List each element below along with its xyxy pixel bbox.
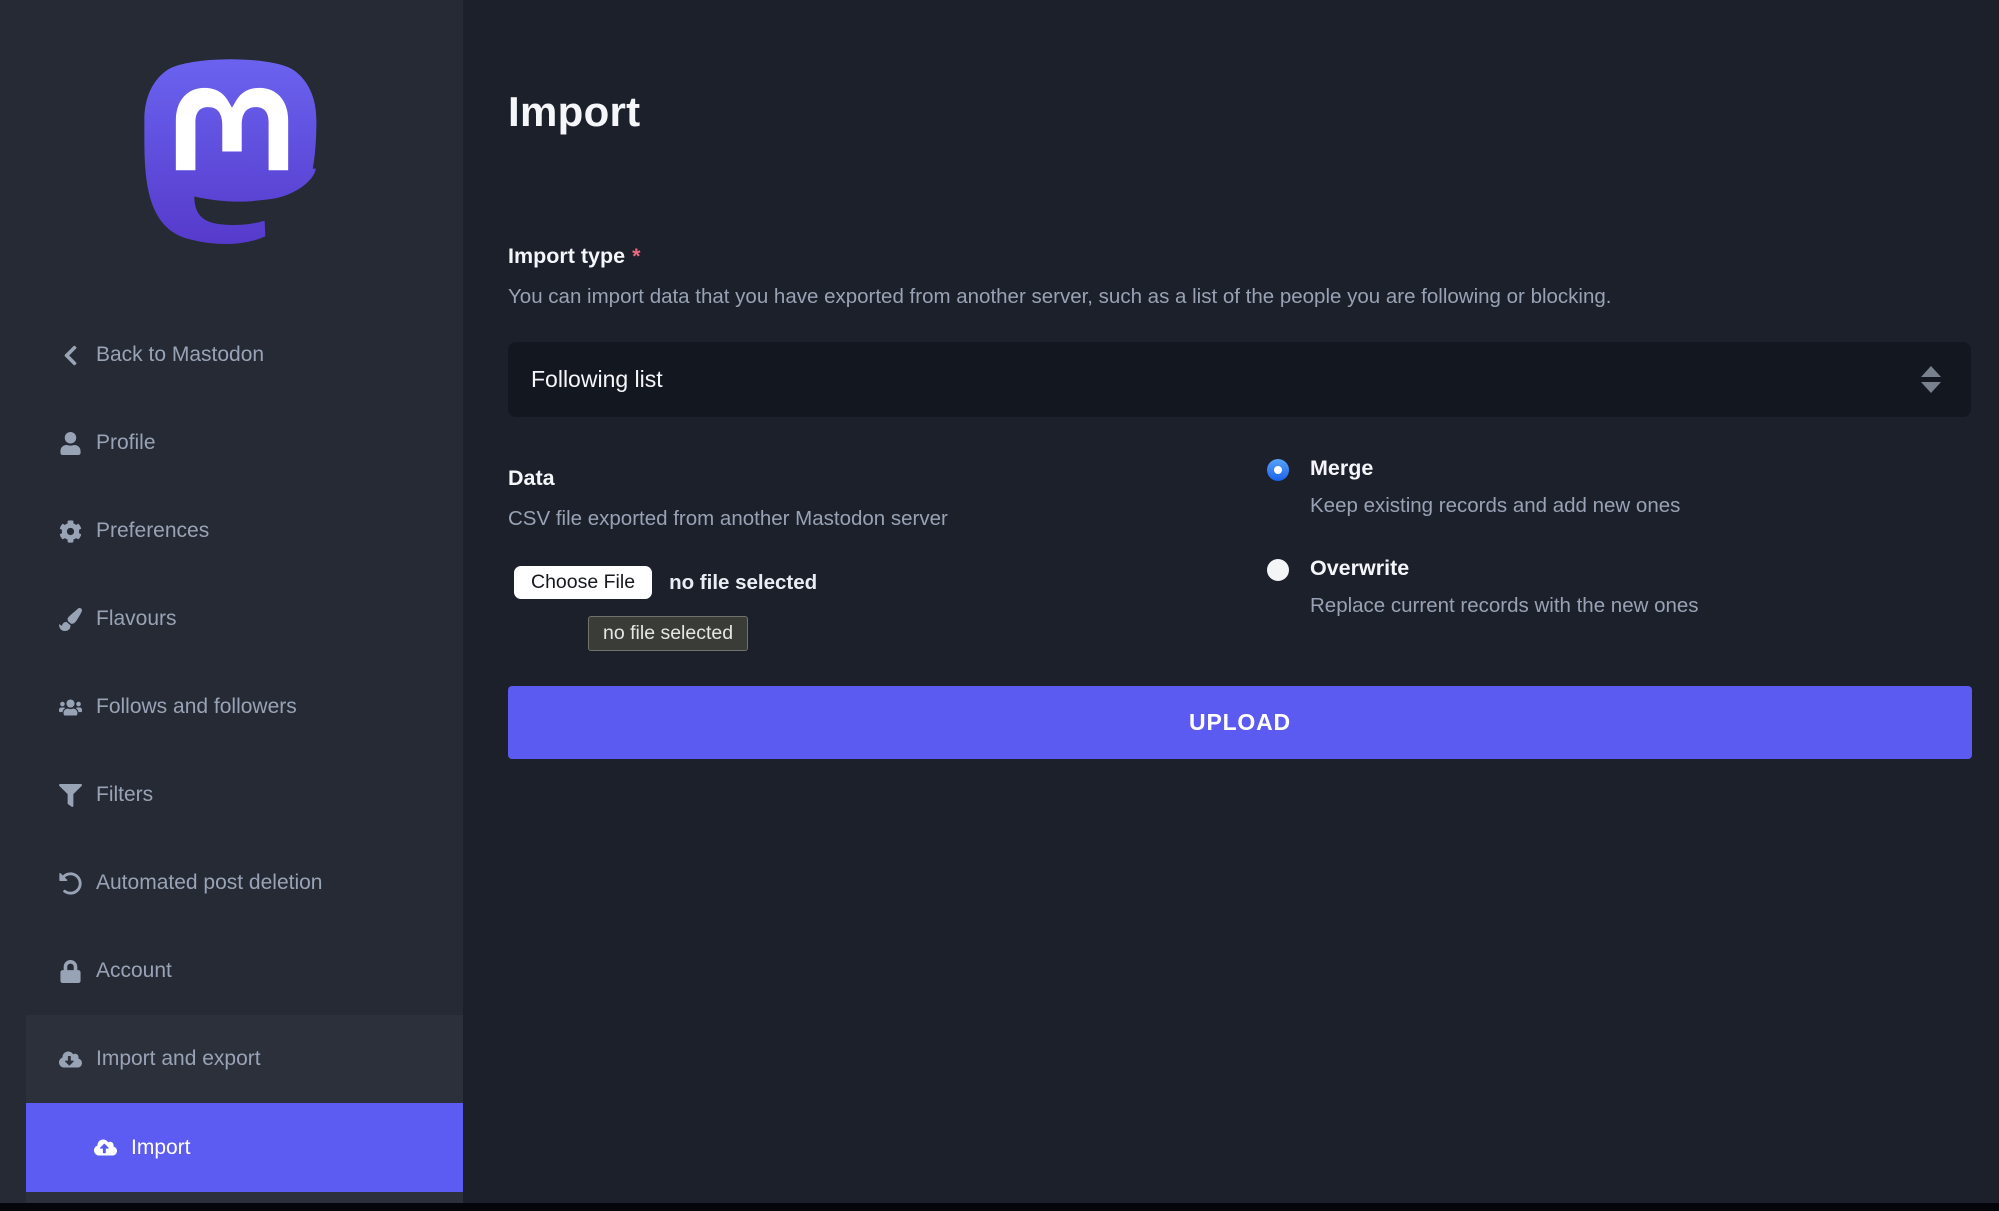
overwrite-label: Overwrite [1310,556,1699,581]
required-marker: * [632,244,640,268]
sidebar-nav: Back to Mastodon Profile Preferences Fla… [0,311,463,1203]
chevron-left-icon [57,344,83,367]
history-icon [57,872,83,895]
settings-sidebar: Back to Mastodon Profile Preferences Fla… [0,0,463,1203]
cloud-download-icon [57,1048,83,1071]
users-icon [57,696,83,719]
selected-option: Following list [531,366,1921,393]
sidebar-item-back-to-mastodon[interactable]: Back to Mastodon [0,311,463,399]
data-description: CSV file exported from another Mastodon … [508,507,948,531]
sidebar-item-follows-and-followers[interactable]: Follows and followers [0,663,463,751]
import-settings-content: Import Import type* You can import data … [463,0,1999,1211]
sidebar-item-label: Back to Mastodon [96,343,264,367]
sidebar-item-profile[interactable]: Profile [0,399,463,487]
import-type-label: Import type* [508,244,640,269]
user-icon [57,432,83,455]
sidebar-item-label: Flavours [96,607,177,631]
upload-button[interactable]: UPLOAD [508,686,1972,759]
page-title: Import [508,88,640,136]
sidebar-item-label: Import [131,1136,191,1160]
sidebar-section-import-export: Import and export Import [26,1015,463,1203]
sidebar-item-label: Preferences [96,519,209,543]
merge-radio[interactable] [1267,459,1289,481]
sidebar-item-label: Account [96,959,172,983]
merge-label: Merge [1310,456,1680,481]
cloud-upload-icon [92,1136,118,1159]
paintbrush-icon [57,608,83,631]
sidebar-item-automated-post-deletion[interactable]: Automated post deletion [0,839,463,927]
mastodon-logo[interactable] [0,56,463,244]
sidebar-item-label: Filters [96,783,153,807]
sidebar-item-flavours[interactable]: Flavours [0,575,463,663]
sidebar-item-preferences[interactable]: Preferences [0,487,463,575]
sidebar-item-account[interactable]: Account [0,927,463,1015]
sidebar-item-import-and-export[interactable]: Import and export [26,1015,463,1103]
overwrite-description: Replace current records with the new one… [1310,594,1699,618]
sidebar-item-label: Profile [96,431,156,455]
select-sort-arrows-icon [1921,366,1941,393]
data-label: Data [508,466,555,491]
merge-option: Merge Keep existing records and add new … [1267,456,1680,518]
overwrite-radio[interactable] [1267,559,1289,581]
no-file-selected-text: no file selected [669,571,817,595]
sidebar-item-filters[interactable]: Filters [0,751,463,839]
overwrite-option: Overwrite Replace current records with t… [1267,556,1699,618]
sidebar-item-label: Follows and followers [96,695,297,719]
gear-icon [57,520,83,543]
lock-icon [57,960,83,983]
file-input-tooltip: no file selected [588,616,748,651]
import-type-description: You can import data that you have export… [508,285,1611,309]
merge-description: Keep existing records and add new ones [1310,494,1680,518]
window-bottom-edge [0,1203,1999,1211]
sidebar-item-label: Automated post deletion [96,871,323,895]
import-type-select[interactable]: Following list [508,342,1971,417]
choose-file-button[interactable]: Choose File [514,566,652,599]
file-input: Choose File no file selected [514,566,817,599]
funnel-icon [57,784,83,807]
sidebar-item-import[interactable]: Import [26,1103,463,1192]
mastodon-settings-page: Back to Mastodon Profile Preferences Fla… [0,0,1999,1211]
sidebar-item-label: Import and export [96,1047,261,1071]
